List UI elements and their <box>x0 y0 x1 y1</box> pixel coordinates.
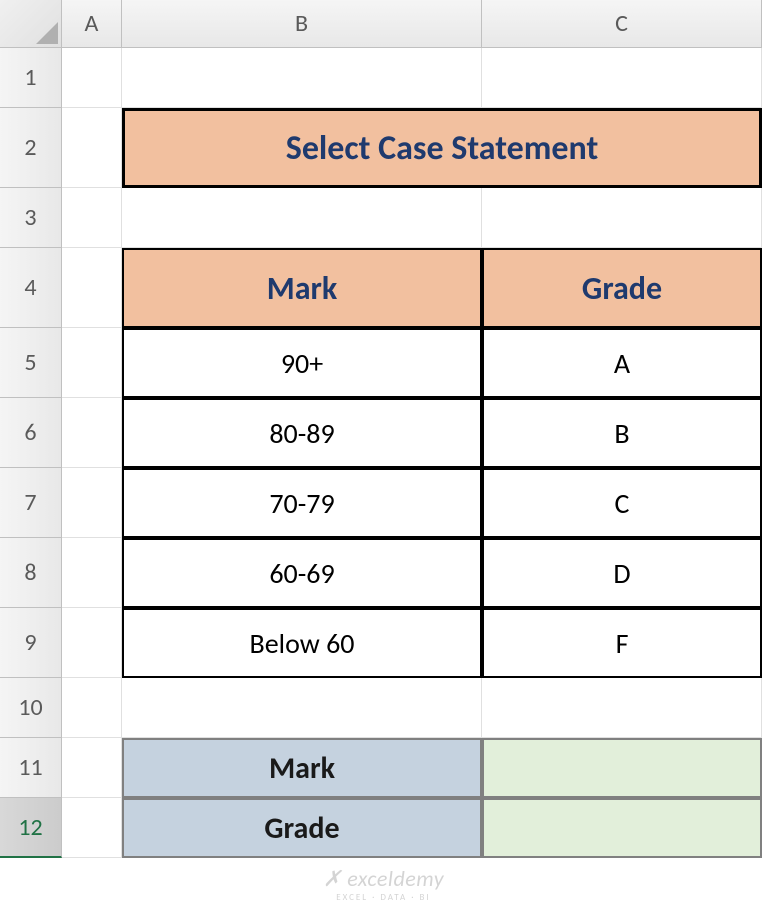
row-header-11[interactable]: 11 <box>0 738 62 798</box>
cell-c1[interactable] <box>482 48 762 108</box>
cell-b1[interactable] <box>122 48 482 108</box>
cell-a2[interactable] <box>62 108 122 188</box>
row-header-4[interactable]: 4 <box>0 248 62 328</box>
select-all-corner[interactable] <box>0 0 62 48</box>
cell-a12[interactable] <box>62 798 122 858</box>
row-header-3[interactable]: 3 <box>0 188 62 248</box>
table-cell-mark[interactable]: 60-69 <box>122 538 482 608</box>
col-header-c[interactable]: C <box>482 0 762 48</box>
cell-a10[interactable] <box>62 678 122 738</box>
table-cell-grade[interactable]: A <box>482 328 762 398</box>
input-value-grade[interactable] <box>482 798 762 858</box>
watermark-main: ✗ exceldemy <box>323 865 444 892</box>
cell-a7[interactable] <box>62 468 122 538</box>
row-header-12[interactable]: 12 <box>0 798 62 858</box>
cell-a11[interactable] <box>62 738 122 798</box>
row-header-6[interactable]: 6 <box>0 398 62 468</box>
col-header-b[interactable]: B <box>122 0 482 48</box>
cell-a6[interactable] <box>62 398 122 468</box>
cell-c3[interactable] <box>482 188 762 248</box>
table-cell-grade[interactable]: B <box>482 398 762 468</box>
row-header-5[interactable]: 5 <box>0 328 62 398</box>
table-cell-mark[interactable]: 80-89 <box>122 398 482 468</box>
row-header-1[interactable]: 1 <box>0 48 62 108</box>
cell-c10[interactable] <box>482 678 762 738</box>
row-header-10[interactable]: 10 <box>0 678 62 738</box>
input-label-grade[interactable]: Grade <box>122 798 482 858</box>
row-header-2[interactable]: 2 <box>0 108 62 188</box>
title-cell[interactable]: Select Case Statement <box>122 108 762 188</box>
input-value-mark[interactable] <box>482 738 762 798</box>
cell-a3[interactable] <box>62 188 122 248</box>
cell-a4[interactable] <box>62 248 122 328</box>
table-header-mark[interactable]: Mark <box>122 248 482 328</box>
cell-a5[interactable] <box>62 328 122 398</box>
table-header-grade[interactable]: Grade <box>482 248 762 328</box>
table-cell-mark[interactable]: 70-79 <box>122 468 482 538</box>
col-header-a[interactable]: A <box>62 0 122 48</box>
cell-b10[interactable] <box>122 678 482 738</box>
cell-b3[interactable] <box>122 188 482 248</box>
input-label-mark[interactable]: Mark <box>122 738 482 798</box>
cell-a8[interactable] <box>62 538 122 608</box>
table-cell-mark[interactable]: 90+ <box>122 328 482 398</box>
spreadsheet-grid: A B C 1 2 Select Case Statement 3 4 Mark… <box>0 0 767 858</box>
row-header-7[interactable]: 7 <box>0 468 62 538</box>
watermark-sub: EXCEL · DATA · BI <box>323 892 444 903</box>
row-header-9[interactable]: 9 <box>0 608 62 678</box>
cell-a1[interactable] <box>62 48 122 108</box>
cell-a9[interactable] <box>62 608 122 678</box>
watermark: ✗ exceldemy EXCEL · DATA · BI <box>323 865 444 903</box>
table-cell-grade[interactable]: F <box>482 608 762 678</box>
row-header-8[interactable]: 8 <box>0 538 62 608</box>
table-cell-mark[interactable]: Below 60 <box>122 608 482 678</box>
table-cell-grade[interactable]: C <box>482 468 762 538</box>
table-cell-grade[interactable]: D <box>482 538 762 608</box>
